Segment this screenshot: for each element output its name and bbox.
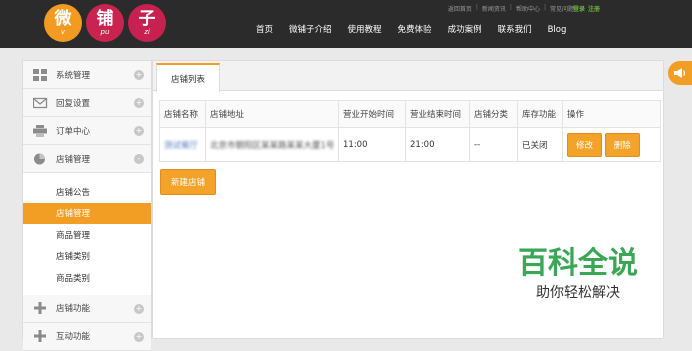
nav-item-contact[interactable]: 联系我们 [490,24,540,36]
logo-char: 铺 [96,9,114,29]
nav-item-cases[interactable]: 成功案例 [440,24,490,36]
store-address-cell: 北京市朝阳区某某路某某大厦1号 [205,127,339,162]
nav-item-blog[interactable]: Blog [540,24,575,36]
column-header: 操作 [562,100,661,128]
sidebar-item-label: 店铺管理 [56,154,91,165]
store-name-cell: 测试餐厅 [159,127,206,162]
store-name[interactable]: 测试餐厅 [164,141,198,151]
nav-item-intro[interactable]: 微铺子介绍 [281,24,340,36]
sidebar-item-label: 系统管理 [56,70,91,81]
column-header: 营业结束时间 [405,100,470,128]
sidebar-item-reply[interactable]: 回复设置 + [23,89,151,117]
actions-cell: 修改 删除 [562,127,661,162]
top-link-news[interactable]: 新闻资讯 [482,4,506,13]
sidebar: 系统管理 + 回复设置 + 订单中心 + 店铺管理 - 店铺公告 店铺管理 商品… [22,60,152,351]
sidebar-subitem-store-management[interactable]: 店铺管理 [23,202,151,224]
expand-icon[interactable]: + [134,126,144,136]
stock-status-cell: 已关闭 [517,127,563,162]
delete-button[interactable]: 删除 [604,132,640,157]
expand-icon[interactable]: + [134,331,144,342]
logo-pinyin: pu [100,28,110,36]
sidebar-item-label: 店铺功能 [56,304,91,314]
sidebar-item-label: 互动功能 [56,332,91,342]
top-links: 返回首页 | 新闻资讯 | 帮助中心 | 常见问题 [447,4,574,13]
top-header: 微 v 铺 pu 子 zi 返回首页 | 新闻资讯 | 帮助中心 | 常见问题 … [0,0,692,48]
watermark: 百科全说 助你轻松解决 [516,248,640,302]
site-logo[interactable]: 微 v 铺 pu 子 zi [44,4,170,44]
store-address: 北京市朝阳区某某路某某大厦1号 [210,140,335,151]
watermark-subtitle: 助你轻松解决 [536,285,620,301]
table-row: 测试餐厅 北京市朝阳区某某路某某大厦1号 11:00 21:00 -- 已关闭 … [159,127,661,162]
plus-icon [33,330,48,342]
nav-item-trial[interactable]: 免费体验 [390,24,440,36]
expand-icon[interactable]: + [134,70,144,80]
tab-store-list[interactable]: 店铺列表 [156,63,220,92]
auth-links: 登录 注册 [573,4,600,13]
sidebar-item-label: 订单中心 [56,126,91,137]
nav-item-tutorial[interactable]: 使用教程 [340,24,390,36]
column-header: 店铺地址 [205,100,339,128]
sidebar-item-interactive[interactable]: 互动功能 + [23,322,151,351]
sidebar-subitem-store-categories[interactable]: 店铺类别 [23,245,151,267]
sidebar-item-orders[interactable]: 订单中心 + [23,117,151,145]
new-store-button[interactable]: 新建店铺 [160,169,217,195]
expand-icon[interactable]: + [134,98,144,108]
plus-icon [33,302,48,314]
expand-icon[interactable]: + [134,303,144,314]
column-header: 店铺分类 [469,100,518,128]
nav-item-home[interactable]: 首页 [248,24,281,36]
column-header: 库存功能 [517,100,563,128]
pie-chart-icon [33,153,48,165]
logo-pinyin: v [60,28,66,36]
sidebar-item-label: 回复设置 [56,98,91,109]
sidebar-subitem-product-categories[interactable]: 商品类别 [23,267,151,289]
logo-bubble-3: 子 zi [128,4,166,42]
store-table: 店铺名称 店铺地址 营业开始时间 营业结束时间 店铺分类 库存功能 操作 测试餐… [159,100,661,162]
grid-icon [33,68,48,81]
sidebar-subitem-notice[interactable]: 店铺公告 [23,181,151,203]
sidebar-item-store[interactable]: 店铺管理 - [23,145,151,173]
top-link-home[interactable]: 返回首页 [448,4,472,13]
main-nav: 首页 微铺子介绍 使用教程 免费体验 成功案例 联系我们 Blog [248,24,574,36]
top-link-faq[interactable]: 常见问题 [550,4,574,13]
column-header: 营业开始时间 [338,100,406,128]
megaphone-icon[interactable] [668,61,692,85]
sidebar-subitem-products[interactable]: 商品管理 [23,224,151,246]
sidebar-item-store-functions[interactable]: 店铺功能 + [23,294,151,323]
logo-pinyin: zi [144,28,150,36]
end-time-cell: 21:00 [405,127,470,162]
printer-icon [33,124,48,137]
category-cell: -- [469,127,518,162]
sidebar-item-system[interactable]: 系统管理 + [23,61,151,89]
tab-bar: 店铺列表 [153,61,663,92]
start-time-cell: 11:00 [338,127,406,162]
table-header-row: 店铺名称 店铺地址 营业开始时间 营业结束时间 店铺分类 库存功能 操作 [159,100,661,128]
edit-button[interactable]: 修改 [567,132,603,157]
collapse-icon[interactable]: - [134,154,144,164]
register-link[interactable]: 注册 [588,4,600,13]
top-link-help[interactable]: 帮助中心 [516,4,540,13]
mail-icon [32,97,48,109]
logo-char: 子 [138,9,156,29]
logo-bubble-2: 铺 pu [86,4,124,42]
login-link[interactable]: 登录 [573,4,585,13]
logo-char: 微 [54,9,72,29]
column-header: 店铺名称 [159,100,206,128]
logo-bubble-1: 微 v [44,4,82,42]
watermark-title: 百科全说 [518,246,638,281]
